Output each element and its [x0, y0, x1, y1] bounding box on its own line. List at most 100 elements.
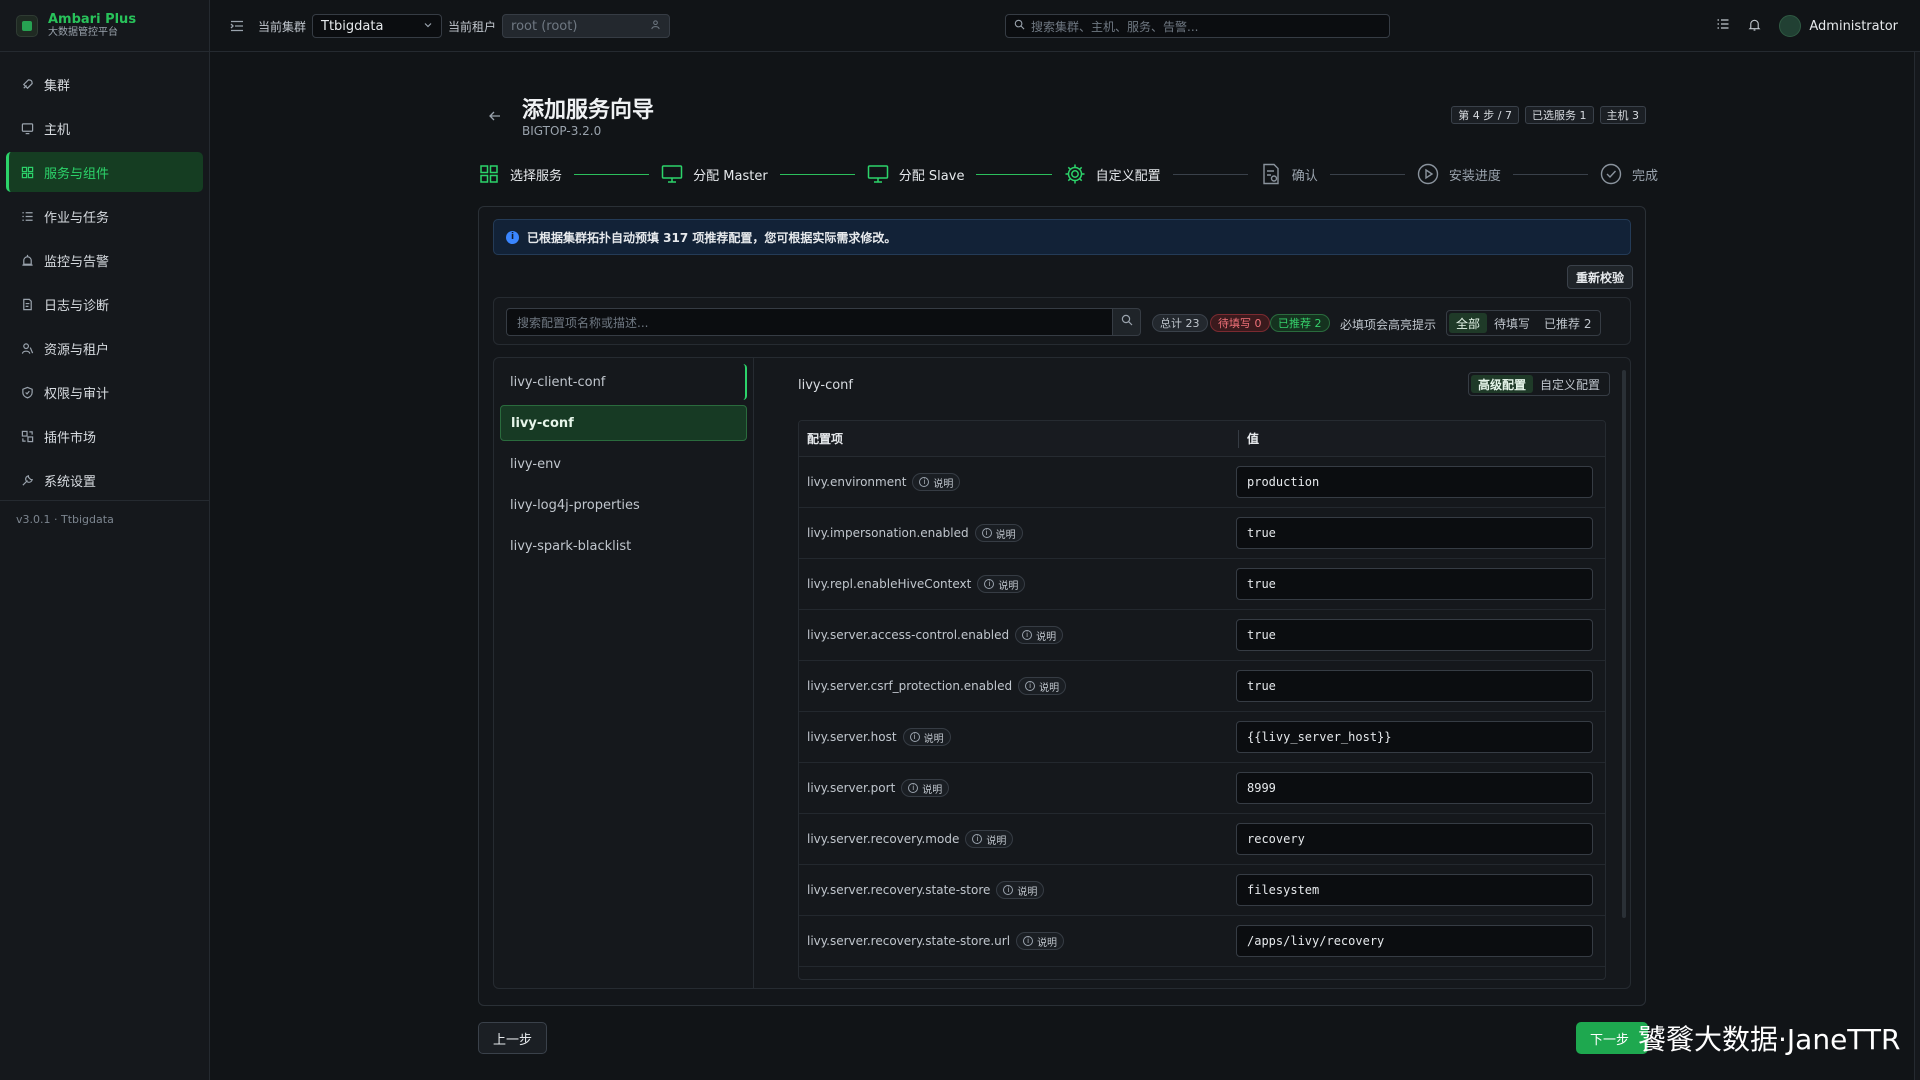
back-arrow-icon[interactable]: [488, 108, 502, 127]
chevron-down-icon: [423, 19, 433, 34]
config-value-input[interactable]: true: [1236, 517, 1593, 549]
step-finish[interactable]: 完成: [1600, 163, 1658, 185]
sidebar-item-resources[interactable]: 资源与租户: [6, 328, 203, 368]
sidebar-item-monitoring[interactable]: 监控与告警: [6, 240, 203, 280]
sidebar-item-settings[interactable]: 系统设置: [6, 460, 203, 500]
revalidate-button[interactable]: 重新校验: [1566, 265, 1633, 289]
config-value-input[interactable]: true: [1236, 670, 1593, 702]
step-select-services[interactable]: 选择服务: [478, 163, 562, 185]
config-value-input[interactable]: {{livy_server_host}}: [1236, 721, 1593, 753]
menu-toggle-icon[interactable]: [230, 0, 244, 52]
filter-todo[interactable]: 待填写: [1487, 313, 1537, 333]
config-key: livy.server.recovery.state-store: [807, 883, 991, 897]
config-key: livy.environment: [807, 475, 907, 489]
step-install-progress[interactable]: 安装进度: [1417, 163, 1501, 185]
sidebar-item-label: 权限与审计: [44, 386, 110, 402]
step-confirm[interactable]: 确认: [1260, 163, 1318, 185]
step-assign-master[interactable]: 分配 Master: [661, 163, 768, 185]
search-icon: [1014, 19, 1025, 33]
list-icon: [20, 209, 34, 223]
avatar: [1779, 15, 1802, 37]
config-group-item[interactable]: livy-spark-blacklist: [500, 528, 747, 564]
config-panel: livy-conf 高级配置 自定义配置 配置项 值 livy.environm…: [764, 358, 1632, 988]
global-search-placeholder: 搜索集群、主机、服务、告警...: [1031, 19, 1199, 34]
info-icon: i: [908, 783, 919, 793]
help-label: 说明: [1017, 886, 1038, 898]
config-search-placeholder: 搜索配置项名称或描述...: [517, 315, 649, 330]
help-label: 说明: [998, 580, 1019, 592]
tab-advanced[interactable]: 高级配置: [1470, 375, 1533, 393]
page-scrollbar[interactable]: [1914, 52, 1920, 1080]
table-row: livy.server.recovery.state-store.url i 说明…: [799, 916, 1605, 967]
user-name: Administrator: [1809, 18, 1898, 34]
step-customize-config[interactable]: 自定义配置: [1064, 163, 1161, 185]
table-row: livy.server.access-control.enabled i 说明 t…: [799, 610, 1605, 661]
help-button[interactable]: i 说明: [1018, 677, 1067, 695]
help-button[interactable]: i 说明: [1015, 626, 1064, 644]
sidebar-item-label: 插件市场: [44, 430, 97, 446]
table-row: livy.server.csrf_protection.enabled i 说明 …: [799, 661, 1605, 712]
brand[interactable]: Ambari Plus 大数据管控平台: [0, 0, 209, 52]
tenant-selector: 当前租户 root (root): [448, 0, 671, 52]
config-group-item[interactable]: livy-client-conf: [500, 364, 747, 400]
config-value-input[interactable]: filesystem: [1236, 874, 1593, 906]
info-icon: i: [919, 477, 930, 487]
step-label: 分配 Slave: [898, 168, 965, 184]
help-label: 说明: [986, 835, 1007, 847]
list-icon[interactable]: [1716, 17, 1730, 35]
help-button[interactable]: i 说明: [1016, 932, 1065, 950]
help-button[interactable]: i 说明: [974, 524, 1023, 542]
sidebar-item-hosts[interactable]: 主机: [6, 108, 203, 148]
table-row: livy.impersonation.enabled i 说明 true: [799, 508, 1605, 559]
config-value-input[interactable]: production: [1236, 466, 1593, 498]
config-search-input[interactable]: 搜索配置项名称或描述...: [506, 308, 1113, 336]
step-assign-slave[interactable]: 分配 Slave: [867, 163, 965, 185]
sidebar-nav: 集群 主机 服务与组件 作业与任务 监控与告警 日志与诊断 资源与租户 权限与审…: [0, 52, 209, 500]
panel-scrollbar[interactable]: [1622, 370, 1626, 918]
config-value-input[interactable]: 8999: [1236, 772, 1593, 804]
config-value-input[interactable]: recovery: [1236, 823, 1593, 855]
sidebar-item-label: 系统设置: [44, 474, 97, 490]
help-button[interactable]: i 说明: [996, 881, 1045, 899]
sidebar-item-logs[interactable]: 日志与诊断: [6, 284, 203, 324]
help-button[interactable]: i 说明: [965, 830, 1014, 848]
config-search-button[interactable]: [1113, 308, 1141, 336]
config-group-item[interactable]: livy-log4j-properties: [500, 487, 747, 523]
bell-icon[interactable]: [1748, 18, 1761, 35]
sidebar-item-permissions[interactable]: 权限与审计: [6, 372, 203, 412]
sidebar-item-cluster[interactable]: 集群: [6, 64, 203, 104]
info-icon: i: [1003, 885, 1014, 895]
help-label: 说明: [922, 784, 943, 796]
app-root: Ambari Plus 大数据管控平台 集群 主机 服务与组件 作业与任务 监控…: [0, 0, 1920, 1080]
sidebar-item-plugins[interactable]: 插件市场: [6, 416, 203, 456]
sidebar-item-jobs[interactable]: 作业与任务: [6, 196, 203, 236]
config-group-item[interactable]: livy-env: [500, 446, 747, 482]
services-badge: 已选服务 1: [1525, 106, 1594, 124]
config-body: livy-client-conf livy-conf livy-env livy…: [493, 357, 1631, 989]
help-button[interactable]: i 说明: [977, 575, 1026, 593]
help-button[interactable]: i 说明: [902, 728, 951, 746]
cluster-label: 当前集群: [258, 19, 307, 34]
monitor-icon: [867, 163, 889, 185]
grid-icon: [478, 163, 500, 185]
tenant-field[interactable]: root (root): [502, 14, 671, 38]
user-menu[interactable]: Administrator: [1779, 15, 1898, 37]
help-button[interactable]: i 说明: [912, 473, 961, 491]
sidebar-item-services[interactable]: 服务与组件: [6, 152, 203, 192]
config-group-item[interactable]: livy-conf: [500, 405, 747, 441]
tab-custom[interactable]: 自定义配置: [1533, 375, 1607, 393]
prev-step-button[interactable]: 上一步: [478, 1022, 548, 1054]
config-value-input[interactable]: /apps/livy/recovery: [1236, 925, 1593, 957]
filter-recommended[interactable]: 已推荐 2: [1537, 313, 1598, 333]
help-button[interactable]: i 说明: [901, 779, 950, 797]
config-value-input[interactable]: true: [1236, 619, 1593, 651]
global-search-input[interactable]: 搜索集群、主机、服务、告警...: [1005, 14, 1390, 38]
help-label: 说明: [995, 529, 1016, 541]
config-value-input[interactable]: true: [1236, 568, 1593, 600]
filter-all[interactable]: 全部: [1449, 313, 1488, 333]
cluster-select[interactable]: Ttbigdata: [312, 14, 443, 38]
sidebar-item-label: 服务与组件: [44, 166, 110, 182]
topbar: 当前集群 Ttbigdata 当前租户 root (root) 搜索集群、主机、…: [210, 0, 1920, 52]
wizard-steps: 选择服务 分配 Master 分配 Slave 自定义配置 确认 安装进度 完成: [478, 160, 1658, 188]
table-row: livy.repl.enableHiveContext i 说明 true: [799, 559, 1605, 610]
